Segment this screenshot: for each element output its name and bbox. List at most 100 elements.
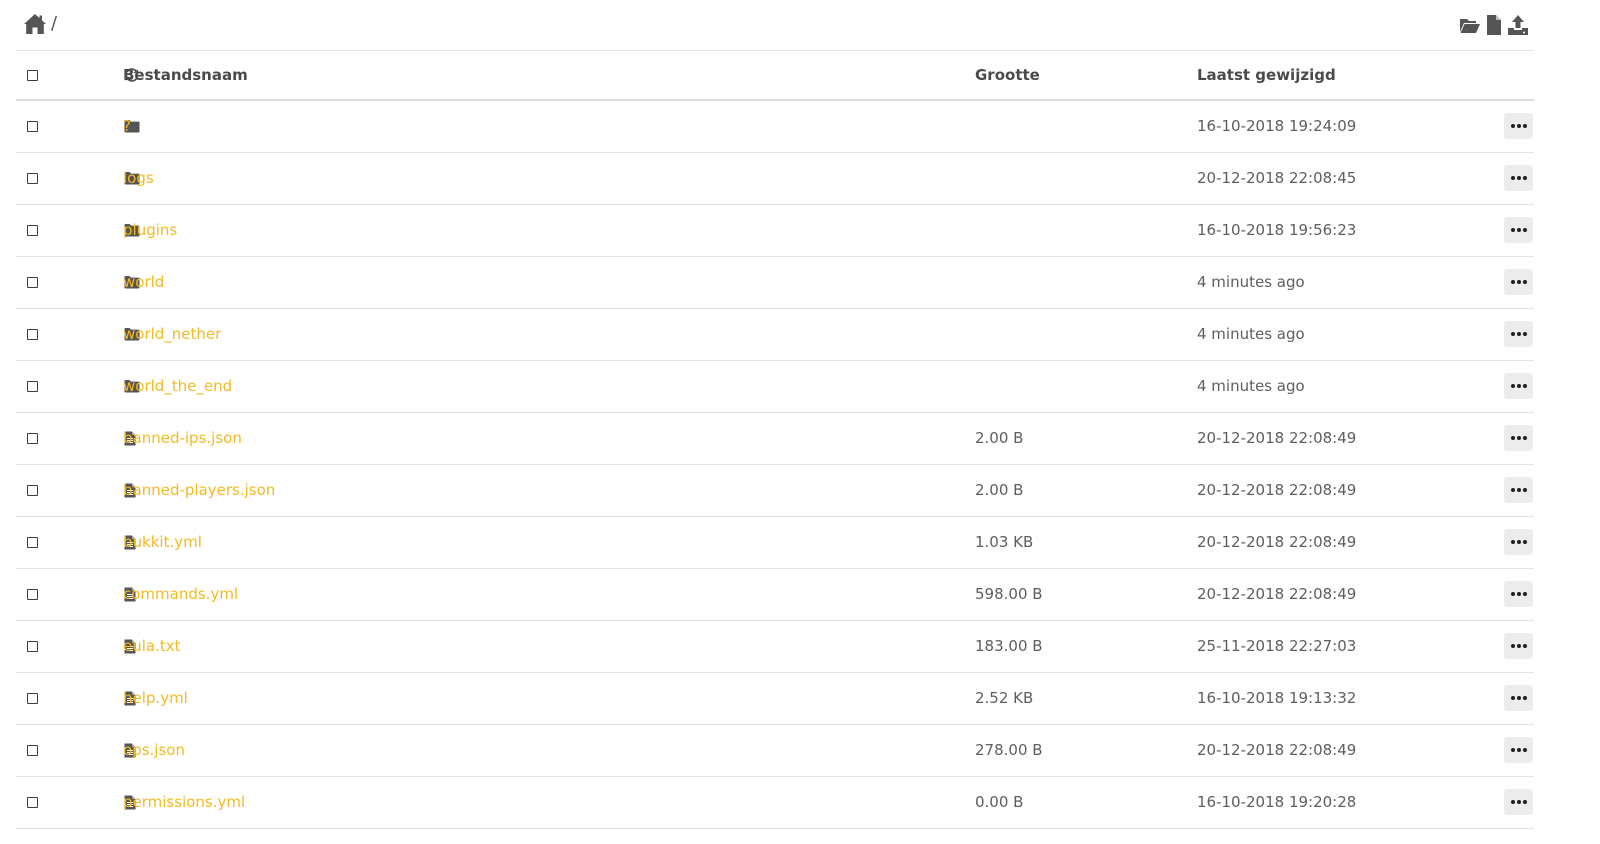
row-checkbox[interactable] (27, 120, 38, 132)
file-size: 2.00 B (975, 481, 1024, 499)
more-options-button[interactable] (1504, 581, 1533, 607)
file-name-link[interactable]: permissions.yml (123, 793, 245, 811)
row-checkbox[interactable] (27, 224, 38, 236)
more-options-button[interactable] (1504, 425, 1533, 451)
file-name-link[interactable]: logs (123, 169, 154, 187)
row-type-cell (66, 516, 136, 568)
table-row[interactable]: logs 20-12-2018 22:08:45 (16, 152, 1534, 204)
home-icon[interactable] (23, 13, 47, 35)
more-options-button[interactable] (1504, 685, 1533, 711)
row-checkbox[interactable] (27, 380, 38, 392)
file-icon[interactable] (1483, 14, 1505, 36)
table-row[interactable]: world 4 minutes ago (16, 256, 1534, 308)
file-name-link[interactable]: plugins (123, 221, 177, 239)
more-options-button[interactable] (1504, 217, 1533, 243)
row-checkbox[interactable] (27, 484, 38, 496)
row-name-cell: banned-players.json (123, 464, 975, 516)
more-horizontal-icon (1510, 696, 1515, 700)
row-checkbox[interactable] (27, 172, 38, 184)
upload-icon[interactable] (1507, 14, 1529, 36)
file-name-link[interactable]: eula.txt (123, 637, 181, 655)
row-type-cell (66, 672, 136, 724)
row-checkbox[interactable] (27, 588, 38, 600)
file-modified: 4 minutes ago (1197, 377, 1305, 395)
folder-open-icon[interactable] (1459, 14, 1481, 36)
more-options-button[interactable] (1504, 789, 1533, 815)
file-size (975, 308, 1197, 360)
column-modified[interactable]: Laatst gewijzigd (1197, 51, 1492, 100)
file-name-link[interactable]: world (123, 273, 164, 291)
row-actions-cell (1492, 152, 1534, 204)
row-name-cell: permissions.yml (123, 776, 975, 828)
more-horizontal-icon (1522, 748, 1527, 752)
more-horizontal-icon (1510, 176, 1515, 180)
column-size[interactable]: Grootte (975, 51, 1197, 100)
row-checkbox[interactable] (27, 796, 38, 808)
row-checkbox[interactable] (27, 640, 38, 652)
more-horizontal-icon (1510, 228, 1515, 232)
more-options-button[interactable] (1504, 269, 1533, 295)
file-name-link[interactable]: bukkit.yml (123, 533, 202, 551)
table-row[interactable]: plugins 16-10-2018 19:56:23 (16, 204, 1534, 256)
file-size: 2.00 B (975, 429, 1024, 447)
row-name-cell: world_nether (123, 308, 975, 360)
more-options-button[interactable] (1504, 113, 1533, 140)
table-row[interactable]: ? 16-10-2018 19:24:09 (16, 100, 1534, 152)
more-horizontal-icon (1516, 228, 1521, 232)
more-options-button[interactable] (1504, 165, 1533, 191)
row-checkbox[interactable] (27, 276, 38, 288)
file-size: 598.00 B (975, 585, 1043, 603)
table-row[interactable]: commands.yml 598.00 B 20-12-2018 22:08:49 (16, 568, 1534, 620)
table-row[interactable]: help.yml 2.52 KB 16-10-2018 19:13:32 (16, 672, 1534, 724)
more-options-button[interactable] (1504, 321, 1533, 347)
refresh-cell (66, 51, 139, 100)
table-row[interactable]: banned-players.json 2.00 B 20-12-2018 22:0… (16, 464, 1534, 516)
more-horizontal-icon (1516, 280, 1521, 284)
file-name-link[interactable]: ops.json (123, 741, 185, 759)
row-checkbox[interactable] (27, 536, 38, 548)
file-name-link[interactable]: banned-players.json (123, 481, 275, 499)
file-name-link[interactable]: banned-ips.json (123, 429, 242, 447)
row-name-cell: ? (123, 100, 975, 152)
file-name-link[interactable]: world_the_end (123, 377, 232, 395)
more-options-button[interactable] (1504, 737, 1533, 763)
more-horizontal-icon (1522, 176, 1527, 180)
table-row[interactable]: eula.txt 183.00 B 25-11-2018 22:27:03 (16, 620, 1534, 672)
row-select-cell (16, 100, 66, 152)
table-row[interactable]: banned-ips.json 2.00 B 20-12-2018 22:08:49 (16, 412, 1534, 464)
row-name-cell: help.yml (123, 672, 975, 724)
more-options-button[interactable] (1504, 633, 1533, 659)
more-options-button[interactable] (1504, 477, 1533, 503)
column-name[interactable]: Bestandsnaam (123, 51, 975, 100)
file-name-link[interactable]: ? (123, 117, 131, 135)
table-row[interactable]: world_nether 4 minutes ago (16, 308, 1534, 360)
row-checkbox[interactable] (27, 432, 38, 444)
row-checkbox[interactable] (27, 328, 38, 340)
more-horizontal-icon (1510, 644, 1515, 648)
table-row[interactable]: permissions.yml 0.00 B 16-10-2018 19:20:28 (16, 776, 1534, 828)
table-row[interactable]: bukkit.yml 1.03 KB 20-12-2018 22:08:49 (16, 516, 1534, 568)
file-name-link[interactable]: help.yml (123, 689, 188, 707)
row-actions-cell (1492, 204, 1534, 256)
file-modified: 4 minutes ago (1197, 273, 1305, 291)
more-horizontal-icon (1516, 540, 1521, 544)
row-name-cell: commands.yml (123, 568, 975, 620)
file-list: ? 16-10-2018 19:24:09 logs 20-12-2018 22:08… (16, 100, 1534, 828)
row-select-cell (16, 568, 66, 620)
toolbar-actions (1459, 14, 1529, 36)
file-manager: / Bestandsnaam Grootte Laatst gewijzigd … (16, 0, 1534, 829)
row-actions-cell (1492, 360, 1534, 412)
row-checkbox[interactable] (27, 692, 38, 704)
table-row[interactable]: world_the_end 4 minutes ago (16, 360, 1534, 412)
select-all-checkbox[interactable] (27, 69, 38, 81)
file-name-link[interactable]: world_nether (123, 325, 221, 343)
row-type-cell (66, 776, 136, 828)
file-name-link[interactable]: commands.yml (123, 585, 238, 603)
row-checkbox[interactable] (27, 744, 38, 756)
file-size (975, 152, 1197, 204)
more-options-button[interactable] (1504, 529, 1533, 555)
row-actions-cell (1492, 724, 1534, 776)
more-options-button[interactable] (1504, 373, 1533, 399)
table-row[interactable]: ops.json 278.00 B 20-12-2018 22:08:49 (16, 724, 1534, 776)
row-name-cell: eula.txt (123, 620, 975, 672)
